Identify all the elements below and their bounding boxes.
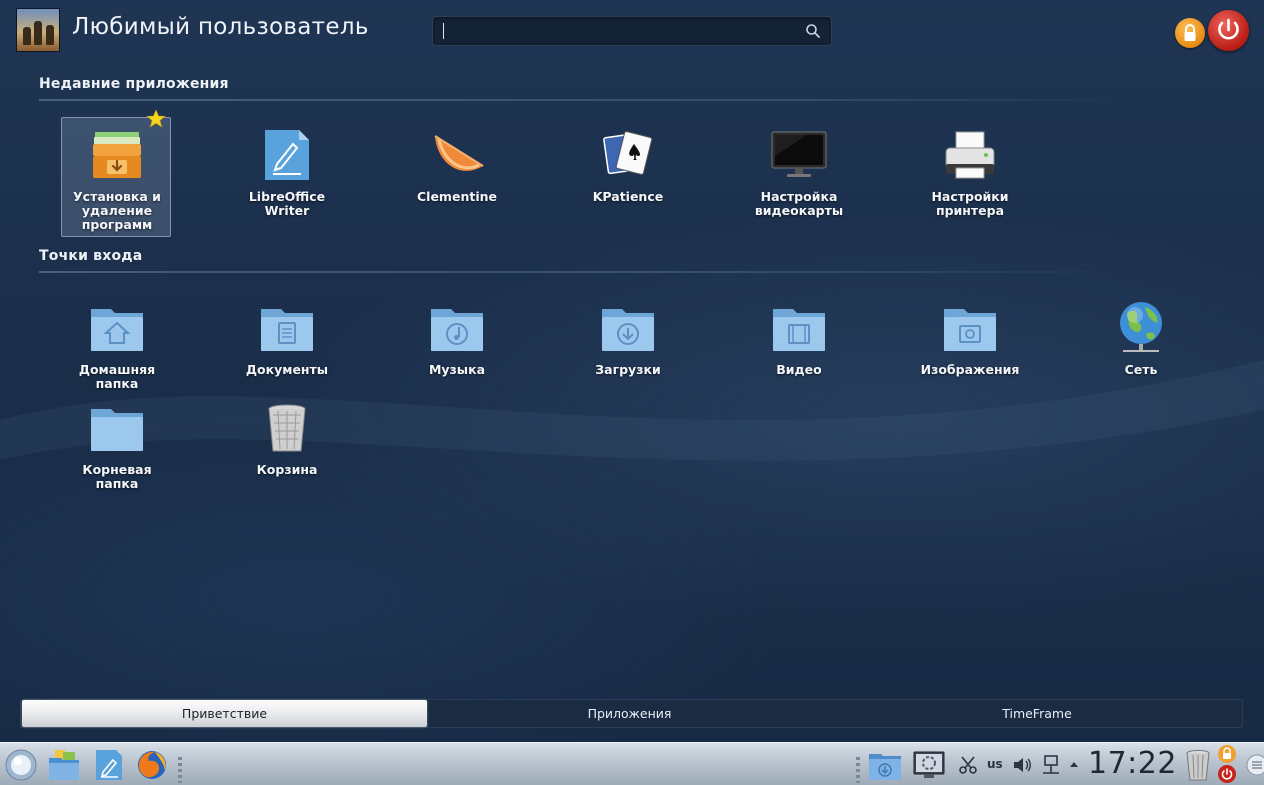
package-installer-icon [93, 132, 141, 178]
search-input[interactable] [432, 16, 832, 46]
favorite-star-icon [146, 109, 166, 128]
place-label: Сеть [1124, 362, 1158, 377]
digital-clock[interactable]: 17:22 [1088, 746, 1177, 781]
lock-icon [1184, 24, 1196, 41]
place-tile-network[interactable]: Сеть [1085, 290, 1195, 410]
taskbar-trash[interactable] [1181, 748, 1215, 782]
network-status-icon[interactable] [1040, 754, 1062, 776]
app-label: LibreOffice Writer [248, 189, 326, 218]
place-label: Музыка [428, 362, 486, 377]
libreoffice-writer-icon [265, 130, 309, 180]
app-tile-libreoffice-writer[interactable]: LibreOffice Writer [231, 117, 341, 237]
place-tile-root[interactable]: Корневая папка [61, 390, 171, 510]
search-icon[interactable] [805, 23, 821, 39]
app-label: Настройки принтера [931, 189, 1009, 218]
power-icon [1218, 18, 1239, 40]
screenshot-scissors-icon[interactable] [957, 754, 979, 776]
downloads-folder-icon [602, 309, 654, 351]
power-icon[interactable] [1217, 764, 1237, 784]
launcher-tab-bar: Приветствие Приложения TimeFrame [20, 699, 1243, 728]
taskbar-file-manager[interactable] [47, 748, 81, 782]
taskbar-firefox[interactable] [135, 748, 169, 782]
place-label: Корневая папка [82, 462, 152, 491]
place-label: Загрузки [595, 362, 661, 377]
kpatience-cards-icon [603, 131, 653, 175]
printer-icon [945, 131, 995, 179]
power-button[interactable] [1208, 10, 1249, 51]
app-tile-software-manager[interactable]: Установка и удаление программ [61, 109, 171, 237]
launcher-orb-icon [5, 749, 37, 781]
file-manager-icon [49, 750, 79, 780]
panel-grip[interactable] [856, 757, 860, 783]
documents-folder-icon [261, 309, 313, 351]
trash-icon [268, 404, 306, 452]
launcher-header: Любимый пользователь [0, 0, 1264, 64]
app-label: Настройка видеокарты [754, 189, 844, 218]
tab-welcome[interactable]: Приветствие [22, 700, 427, 727]
text-caret [443, 23, 444, 39]
downloads-folder-icon [869, 754, 901, 780]
monitor-icon [771, 131, 827, 177]
app-label: Clementine [417, 189, 497, 204]
app-tile-printer-settings[interactable]: Настройки принтера [914, 117, 1024, 237]
clementine-icon [434, 135, 484, 171]
taskbar-display-settings[interactable] [912, 748, 946, 782]
video-folder-icon [773, 309, 825, 351]
launcher-button[interactable] [4, 748, 38, 782]
lock-icon[interactable] [1217, 744, 1237, 764]
root-folder-icon [91, 409, 143, 451]
places-title: Точки входа [39, 248, 143, 264]
place-label: Видео [776, 362, 822, 377]
section-divider [39, 99, 1129, 101]
network-globe-icon [1120, 302, 1162, 352]
libreoffice-writer-icon [96, 750, 122, 780]
display-settings-icon [913, 751, 945, 778]
user-name: Любимый пользователь [72, 14, 369, 40]
tab-timeframe[interactable]: TimeFrame [832, 700, 1242, 727]
tab-applications[interactable]: Приложения [427, 700, 832, 727]
home-folder-icon [91, 309, 143, 351]
tray-expand-arrow-icon[interactable] [1067, 755, 1081, 777]
pictures-folder-icon [944, 309, 996, 351]
music-folder-icon [431, 309, 483, 351]
place-tile-trash[interactable]: Корзина [231, 390, 341, 510]
app-tile-clementine[interactable]: Clementine [401, 117, 511, 237]
keyboard-layout-indicator[interactable]: us [987, 757, 1003, 771]
app-tile-kpatience[interactable]: KPatience [572, 117, 682, 237]
place-tile-pictures[interactable]: Изображения [914, 290, 1024, 410]
place-tile-downloads[interactable]: Загрузки [572, 290, 682, 410]
section-divider [39, 271, 1129, 273]
lock-screen-button[interactable] [1175, 18, 1205, 48]
app-tile-video-settings[interactable]: Настройка видеокарты [743, 117, 853, 237]
place-label: Домашняя папка [78, 362, 156, 391]
taskbar-writer[interactable] [92, 748, 126, 782]
recent-apps-title: Недавние приложения [39, 76, 229, 92]
taskbar-downloads[interactable] [868, 748, 902, 782]
user-avatar[interactable] [16, 8, 60, 52]
app-label: Установка и удаление программ [73, 189, 161, 232]
place-label: Документы [245, 362, 329, 377]
place-tile-videos[interactable]: Видео [743, 290, 853, 410]
place-tile-music[interactable]: Музыка [401, 290, 511, 410]
panel-grip[interactable] [178, 757, 182, 783]
volume-icon[interactable] [1011, 754, 1033, 776]
taskbar: us 17:22 [0, 742, 1264, 785]
app-label: KPatience [592, 189, 664, 204]
panel-toolbox-icon[interactable] [1243, 754, 1264, 776]
place-label: Изображения [920, 362, 1020, 377]
firefox-icon [138, 751, 166, 779]
place-label: Корзина [256, 462, 318, 477]
trash-icon [1186, 750, 1210, 781]
